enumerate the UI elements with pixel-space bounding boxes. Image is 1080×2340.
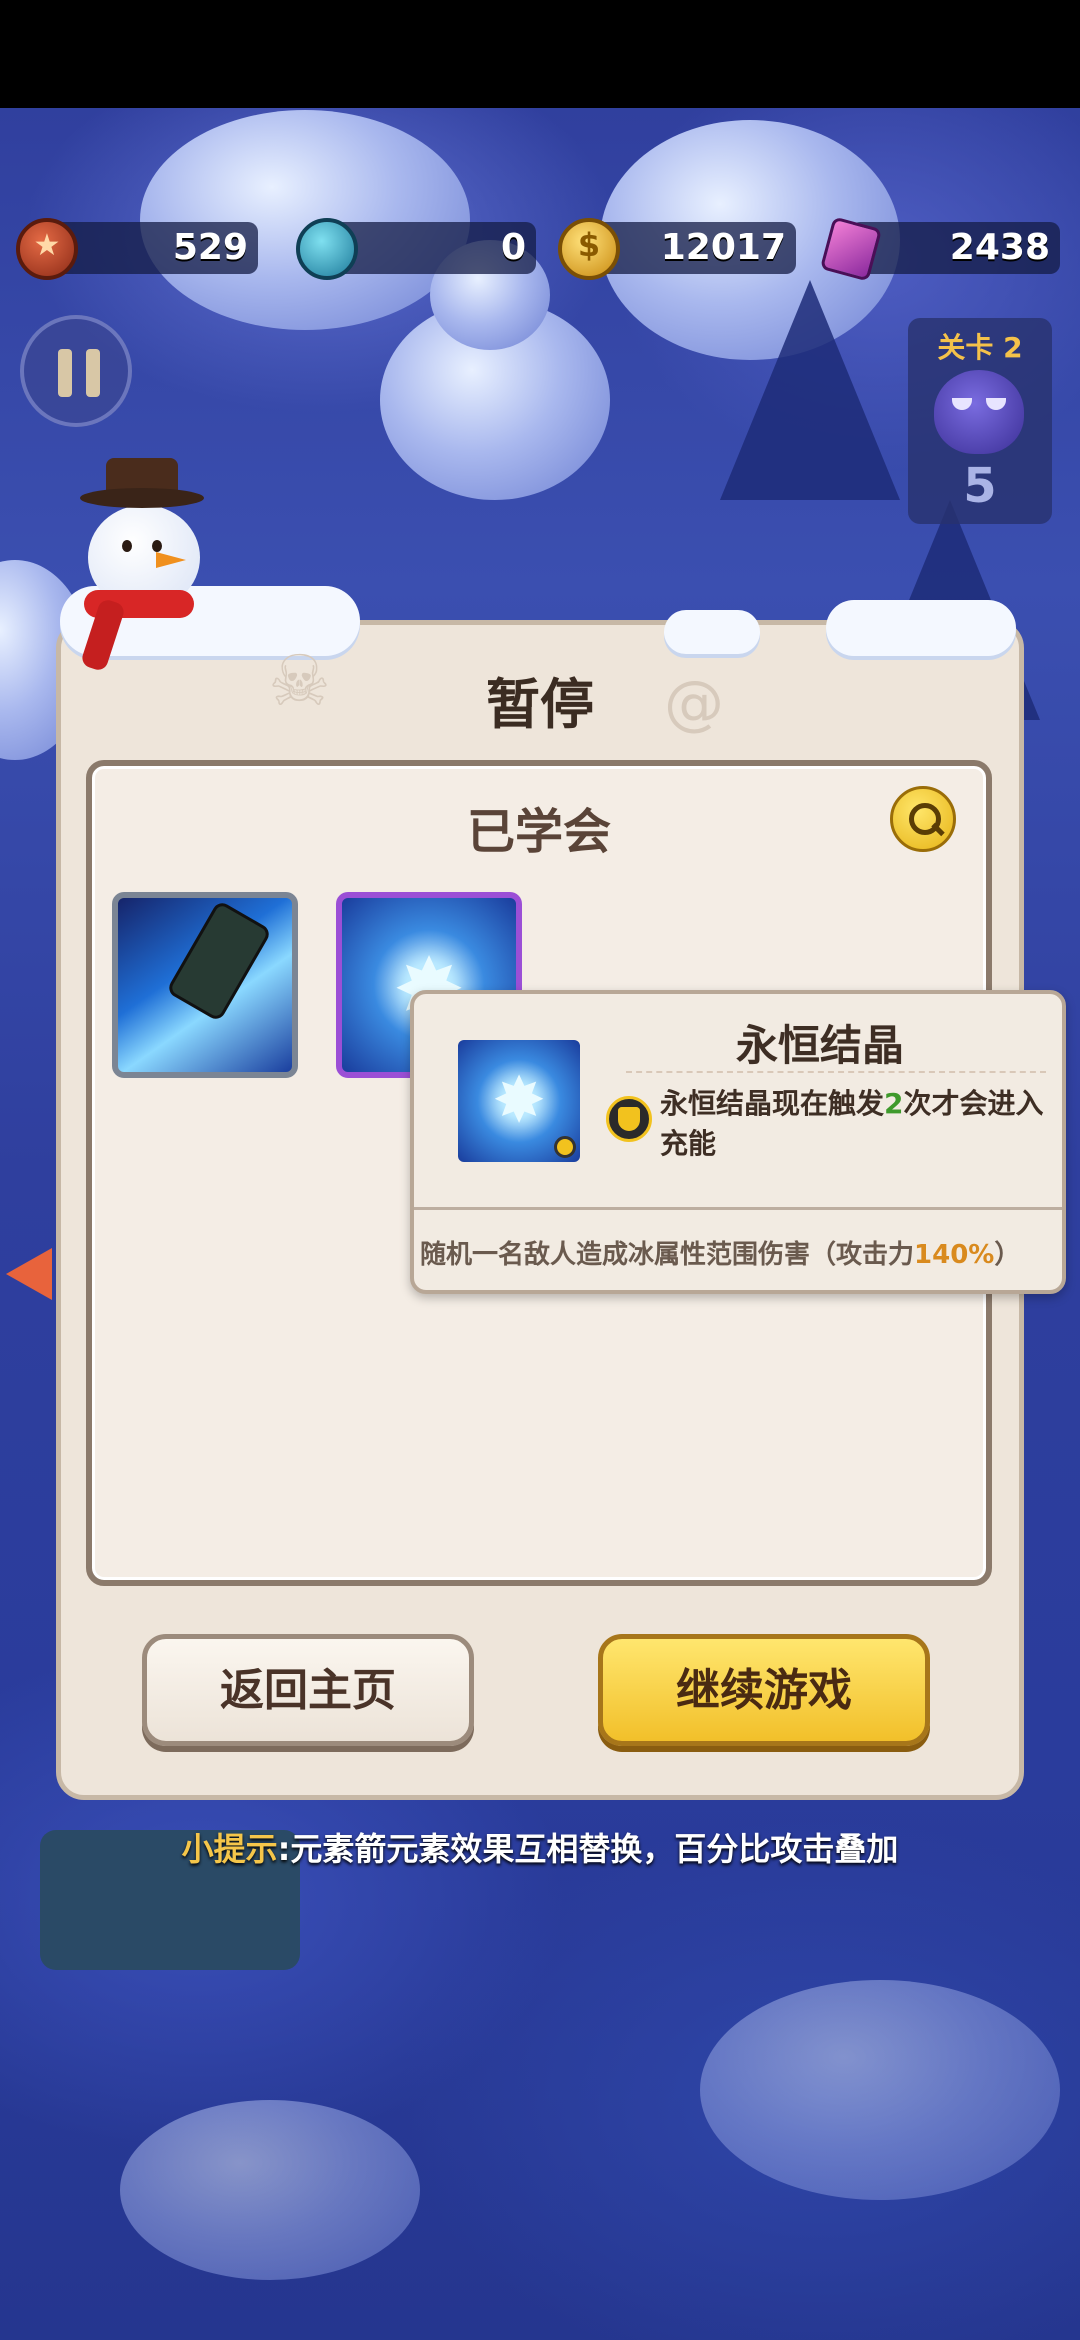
ice-arrow-quiver-icon: [165, 899, 273, 1023]
snow-cap: [664, 610, 760, 654]
gem-counter: 2438: [850, 222, 1060, 274]
tooltip-description: 永恒结晶现在触发2次才会进入充能: [660, 1084, 1050, 1164]
pause-icon: [58, 349, 72, 397]
pause-title: 暂停: [486, 673, 594, 736]
timer-count: 0: [500, 227, 526, 268]
snowman-eye: [122, 540, 132, 552]
snow-mound: [140, 110, 470, 330]
coin-count: 12017: [660, 227, 786, 268]
tooltip-skill-icon: ✸: [458, 1040, 580, 1162]
snow-cap: [826, 600, 1016, 656]
magnifier-button[interactable]: [890, 786, 956, 852]
snow-drift: [120, 2100, 420, 2280]
gem-count: 2438: [949, 227, 1050, 268]
pause-icon: [86, 349, 100, 397]
foot-suffix: ）: [994, 1240, 1021, 1270]
snowman-hat-brim: [80, 488, 204, 508]
foot-prefix: 随机一名敌人造成冰属性范围伤害（攻击力: [420, 1240, 915, 1270]
snowman-eye: [152, 540, 162, 552]
medal-count: 529: [172, 227, 248, 268]
stopwatch-icon: [296, 218, 358, 280]
snowman-nose: [156, 552, 186, 568]
shield-upgrade-icon: [606, 1096, 652, 1142]
skill-ice-arrow-quiver[interactable]: [112, 892, 298, 1078]
wave-count: 5: [963, 458, 997, 514]
game-scene: 529 0 12017 2438 关卡 2 5 ☠ @ 暂停 已学会 ✸: [0, 0, 1080, 2340]
snow-drift: [700, 1980, 1060, 2200]
tooltip-title: 永恒结晶: [735, 1021, 904, 1070]
level-label: 关卡 2: [937, 331, 1023, 364]
coin-icon: [558, 218, 620, 280]
hint-body: :元素箭元素效果互相替换，百分比攻击叠加: [277, 1830, 899, 1868]
divider: [414, 1207, 1062, 1210]
foot-value: 140%: [914, 1240, 995, 1270]
hint-text: 小提示:元素箭元素效果互相替换，百分比攻击叠加: [0, 1824, 1080, 1870]
desc-prefix: 永恒结晶现在触发: [660, 1087, 885, 1120]
continue-button[interactable]: 继续游戏: [598, 1634, 930, 1746]
ice-crystal-star-icon: ✸: [492, 1064, 546, 1138]
home-button[interactable]: 返回主页: [142, 1634, 474, 1746]
offscreen-enemy-arrow-icon: [6, 1248, 52, 1300]
learned-title: 已学会: [466, 804, 611, 860]
medal-icon: [16, 218, 78, 280]
pine-tree: [720, 280, 900, 500]
desc-count: 2: [884, 1087, 904, 1120]
status-bar: [0, 0, 1080, 108]
hint-label: 小提示: [181, 1830, 278, 1868]
level-badge: 关卡 2 5: [908, 318, 1052, 524]
pause-button[interactable]: [20, 315, 132, 427]
divider: [626, 1071, 1046, 1073]
upgrade-badge-icon: [554, 1136, 576, 1158]
demon-face-icon: [934, 370, 1024, 454]
tooltip-effect: 随机一名敌人造成冰属性范围伤害（攻击力140%）: [420, 1234, 1060, 1271]
